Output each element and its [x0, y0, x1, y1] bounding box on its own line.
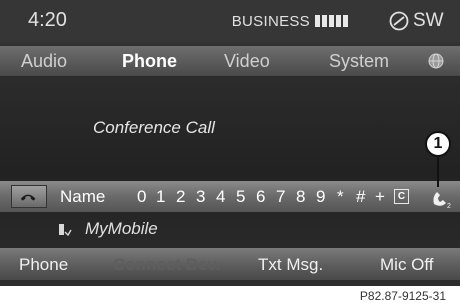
- mobile-phone-icon: [59, 224, 72, 237]
- clock: 4:20: [28, 9, 67, 31]
- connect-device-softkey: Connect Dev.: [113, 255, 221, 274]
- menu-item-video[interactable]: Video: [224, 51, 270, 72]
- char-button[interactable]: 2: [176, 187, 185, 207]
- char-button[interactable]: +: [375, 187, 385, 207]
- svg-text:2: 2: [447, 203, 451, 209]
- char-button[interactable]: #: [356, 187, 365, 207]
- callout-marker: 1: [425, 131, 451, 157]
- phone-book-icon[interactable]: 2: [428, 187, 454, 209]
- navigation-status-icon: [389, 11, 409, 31]
- char-button[interactable]: *: [337, 187, 344, 207]
- mic-off-softkey[interactable]: Mic Off: [380, 255, 434, 275]
- network-type: SW: [413, 10, 444, 31]
- callout-line: [437, 157, 439, 187]
- char-button[interactable]: 0: [137, 187, 146, 207]
- signal-strength-icon: [315, 15, 348, 27]
- char-button[interactable]: 7: [276, 187, 285, 207]
- char-button[interactable]: 1: [156, 187, 165, 207]
- figure-reference: P82.87-9125-31: [359, 289, 446, 303]
- text-message-softkey[interactable]: Txt Msg.: [258, 255, 323, 275]
- character-bar: Name 0 1 2 3 4 5 6 7 8 9 * # + C 2: [0, 181, 460, 212]
- menu-item-system[interactable]: System: [329, 51, 389, 72]
- char-button[interactable]: 4: [216, 187, 225, 207]
- menu-item-audio[interactable]: Audio: [21, 51, 67, 72]
- clear-button[interactable]: C: [394, 189, 409, 204]
- char-button[interactable]: 8: [296, 187, 305, 207]
- char-button[interactable]: 9: [316, 187, 325, 207]
- carrier-name: BUSINESS: [231, 13, 310, 30]
- name-search-button[interactable]: Name: [60, 187, 105, 207]
- globe-icon[interactable]: [428, 53, 444, 69]
- head-unit-screen: 4:20 BUSINESS SW Audio Phone Video Syste…: [0, 0, 460, 286]
- char-button[interactable]: 5: [236, 187, 245, 207]
- call-status-title: Conference Call: [93, 118, 215, 137]
- char-button[interactable]: 6: [256, 187, 265, 207]
- char-button[interactable]: 3: [196, 187, 205, 207]
- phone-book-entry[interactable]: MyMobile: [0, 214, 460, 246]
- hang-up-icon: [20, 194, 36, 201]
- status-bar: 4:20 BUSINESS SW: [0, 0, 460, 42]
- menu-item-phone[interactable]: Phone: [122, 51, 177, 72]
- hang-up-button[interactable]: [11, 185, 47, 208]
- phone-softkey[interactable]: Phone: [19, 255, 68, 275]
- main-menu: Audio Phone Video System: [0, 46, 460, 77]
- softkey-bar: Phone Connect Dev. Txt Msg. Mic Off: [0, 248, 460, 280]
- entry-name: MyMobile: [85, 219, 158, 238]
